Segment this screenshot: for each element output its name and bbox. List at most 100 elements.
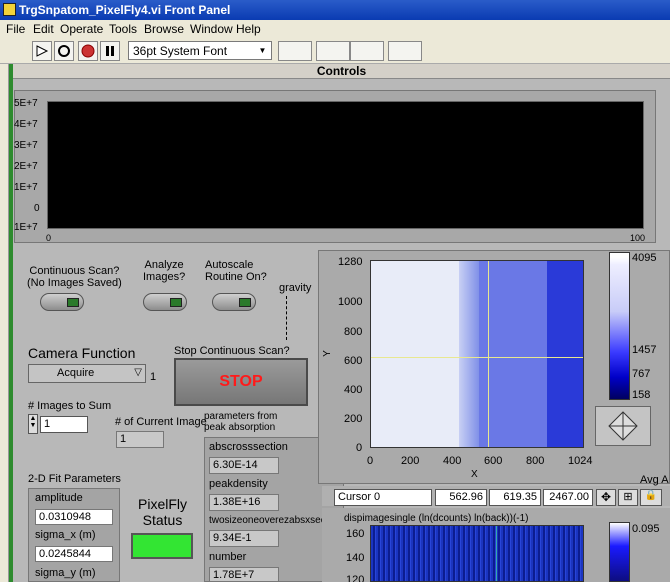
fit-label-sigma-y: sigma_y (m) [35, 567, 96, 579]
cursor-vertical-line [496, 526, 497, 581]
menu-edit[interactable]: Edit [33, 22, 54, 36]
abort-icon[interactable] [78, 41, 98, 61]
camera-function-index: 1 [150, 371, 157, 383]
cursor-y: 619.35 [489, 489, 541, 506]
ig-x-tick: 400 [443, 455, 462, 467]
ig-y-tick: 1280 [338, 256, 363, 268]
continuous-scan-button[interactable] [40, 293, 84, 311]
heatmap-region [459, 261, 479, 447]
ig-y-tick: 600 [344, 355, 363, 367]
ig-y-tick: 400 [344, 384, 363, 396]
lower-colorbar-tick: 0.095 [632, 523, 660, 535]
chart-y-tick: 2E+7 [14, 161, 38, 172]
param-label: peakdensity [209, 478, 268, 490]
images-to-sum-input[interactable]: 1 [40, 416, 88, 433]
resize-objects-icon[interactable] [350, 41, 384, 61]
lower-graph-title: dispimagesingle (ln(dcounts) ln(back))(-… [344, 513, 529, 524]
stop-button[interactable]: STOP [174, 358, 308, 406]
current-image-value: 1 [116, 431, 164, 448]
chevron-down-icon: ▼ [258, 46, 267, 55]
chart-y-tick: 3E+7 [14, 140, 38, 151]
chart-plot-area [47, 101, 644, 229]
chart-y-tick: 1E+7 [14, 222, 38, 233]
font-selector-value: 36pt System Font [133, 44, 228, 58]
camera-function-ring[interactable]: Acquire ▽ [28, 364, 146, 383]
distribute-objects-icon[interactable] [316, 41, 350, 61]
lock-icon[interactable]: 🔒 [640, 489, 662, 506]
menu-bar: File Edit Operate Tools Browse Window He… [0, 20, 670, 38]
cursor-vertical-line [488, 261, 489, 447]
cursor-move-pad[interactable] [595, 406, 651, 446]
controls-header: Controls [13, 64, 670, 79]
ig-ylabel: Y [321, 350, 333, 357]
menu-help[interactable]: Help [236, 22, 261, 36]
intensity-plot-area[interactable] [370, 260, 584, 448]
current-image-label: # of Current Image [115, 416, 207, 428]
ig-y-tick: 200 [344, 413, 363, 425]
menu-file[interactable]: File [6, 22, 25, 36]
colorbar-tick: 767 [632, 368, 651, 380]
cursor-horizontal-line [371, 357, 583, 358]
pixelfly-status-label: PixelFly Status [138, 496, 188, 528]
lower-y-tick: 140 [346, 552, 365, 564]
colorbar-tick: 1457 [632, 344, 657, 356]
menu-tools[interactable]: Tools [109, 22, 137, 36]
menu-operate[interactable]: Operate [60, 22, 103, 36]
analyze-images-label: Analyze Images? [143, 259, 186, 283]
continuous-scan-label: Continuous Scan? (No Images Saved) [27, 265, 122, 289]
param-value: 9.34E-1 [209, 530, 279, 547]
params-label: parameters from peak absorption [204, 411, 278, 433]
lower-plot-area[interactable] [370, 525, 584, 582]
param-value: 1.38E+16 [209, 494, 279, 511]
chart-y-tick: 1E+7 [14, 182, 38, 193]
color-scale[interactable] [609, 252, 630, 400]
cursor-z: 2467.00 [543, 489, 593, 506]
stop-label: Stop Continuous Scan? [174, 345, 290, 357]
title-bar: TrgSnpatom_PixelFly4.vi Front Panel [0, 0, 670, 20]
chart-x-tick: 0 [46, 233, 52, 243]
fit-label-sigma-x: sigma_x (m) [35, 529, 96, 541]
menu-window[interactable]: Window [190, 22, 233, 36]
gravity-arrow [286, 296, 287, 340]
pause-icon[interactable] [100, 41, 120, 61]
run-continuous-icon[interactable] [54, 41, 74, 61]
font-selector[interactable]: 36pt System Font ▼ [128, 41, 272, 60]
led-indicator [170, 298, 182, 307]
lower-y-tick: 120 [346, 574, 365, 582]
cursor-name[interactable]: Cursor 0 [334, 489, 432, 506]
param-label: abscrosssection [209, 441, 288, 453]
align-objects-icon[interactable] [278, 41, 312, 61]
led-indicator [67, 298, 79, 307]
window-title: TrgSnpatom_PixelFly4.vi Front Panel [19, 3, 231, 17]
cursor-style-icon[interactable]: ⊞ [618, 489, 638, 506]
increment-arrows[interactable]: ▲ ▼ [28, 414, 38, 434]
ig-x-tick: 1024 [568, 455, 593, 467]
autoscale-label: Autoscale Routine On? [205, 259, 267, 283]
run-arrow-icon[interactable] [32, 41, 52, 61]
colorbar-tick: 4095 [632, 252, 657, 264]
param-label: number [209, 551, 247, 563]
reorder-icon[interactable] [388, 41, 422, 61]
cursor-x: 562.96 [435, 489, 487, 506]
colorbar-tick: 158 [632, 389, 651, 401]
ig-y-tick: 1000 [338, 296, 363, 308]
side-label: Avg A [640, 474, 669, 486]
images-to-sum-label: # Images to Sum [28, 400, 112, 412]
fit-value-sigma-x: 0.0245844 [35, 546, 113, 562]
analyze-images-button[interactable] [143, 293, 187, 311]
gravity-label: gravity [279, 282, 312, 294]
ig-x-tick: 0 [367, 455, 374, 467]
ig-y-tick: 800 [344, 326, 363, 338]
camera-function-label: Camera Function [28, 345, 136, 361]
menu-browse[interactable]: Browse [144, 22, 184, 36]
lower-color-scale[interactable] [609, 522, 630, 582]
chart-x-tick: 100 [630, 233, 646, 243]
ig-x-tick: 200 [401, 455, 420, 467]
cursor-move-icon[interactable]: ✥ [596, 489, 616, 506]
ig-xlabel: X [471, 469, 478, 480]
ig-x-tick: 600 [484, 455, 503, 467]
chart-y-tick: 0 [34, 203, 40, 214]
fit-value-amplitude: 0.0310948 [35, 509, 113, 525]
labview-icon [3, 3, 16, 16]
autoscale-button[interactable] [212, 293, 256, 311]
